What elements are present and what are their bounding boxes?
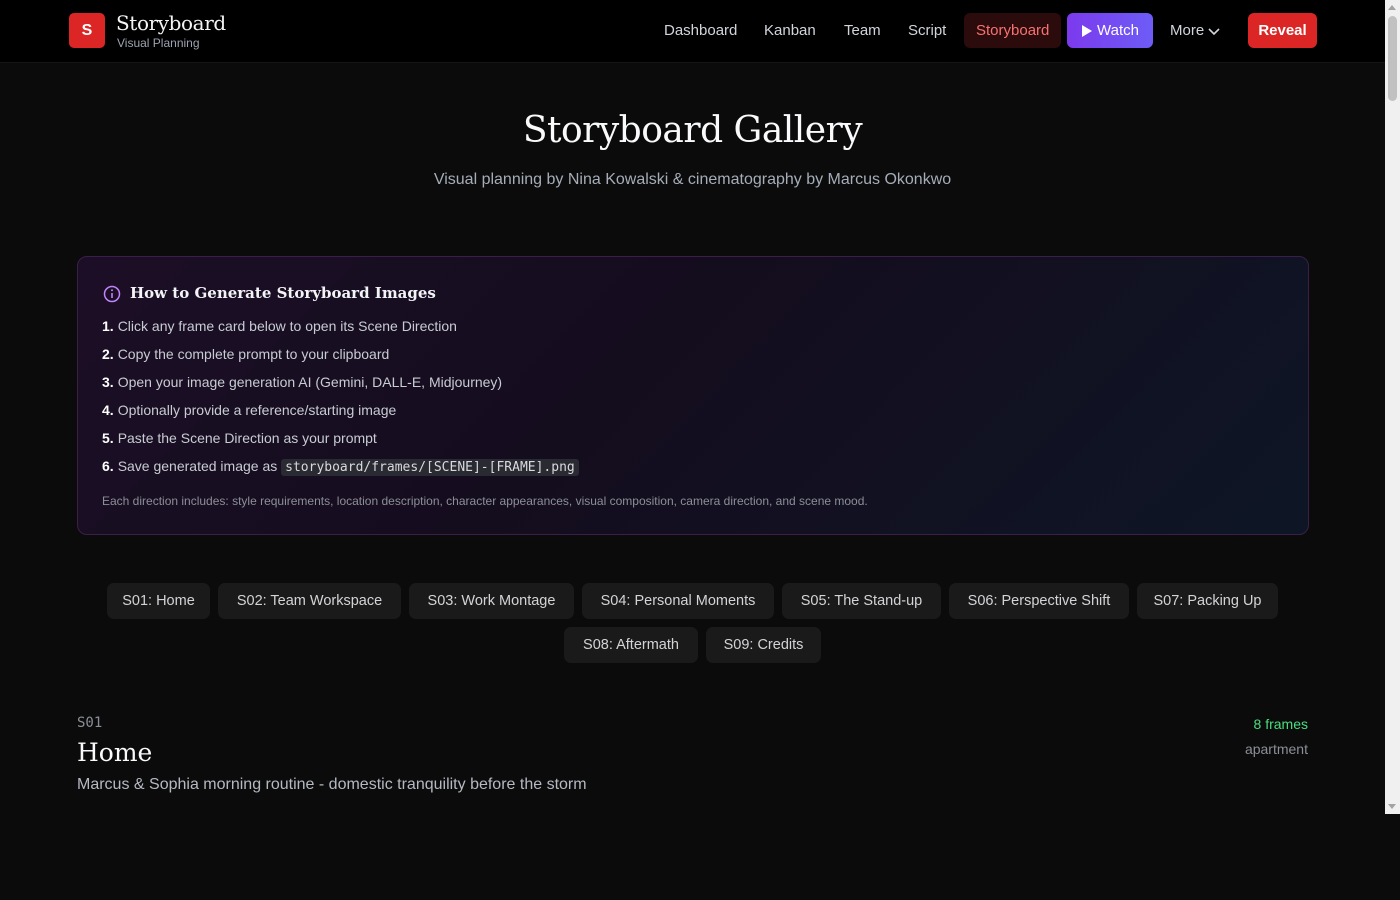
brand-title[interactable]: Storyboard [116, 11, 226, 35]
watch-label: Watch [1097, 22, 1139, 39]
nav-kanban[interactable]: Kanban [764, 13, 816, 48]
instructions-note: Each direction includes: style requireme… [102, 494, 868, 508]
scroll-thumb[interactable] [1388, 16, 1397, 101]
more-label: More [1170, 22, 1205, 39]
page-title: Storyboard Gallery [522, 110, 863, 151]
scene-chip-s06[interactable]: S06: Perspective Shift [949, 583, 1129, 619]
scene-chip-s04[interactable]: S04: Personal Moments [582, 583, 774, 619]
page-scrollbar[interactable] [1385, 0, 1400, 814]
scene-code: S01 [77, 715, 103, 731]
top-nav-bar: S Storyboard Visual Planning Dashboard K… [0, 0, 1385, 63]
instruction-step: 4. Optionally provide a reference/startin… [102, 402, 397, 418]
scroll-down-arrow-icon[interactable] [1388, 804, 1396, 809]
instruction-step: 5. Paste the Scene Direction as your prom… [102, 430, 377, 446]
file-path-code: storyboard/frames/[SCENE]-[FRAME].png [281, 459, 579, 476]
instructions-panel: How to Generate Storyboard Images 1. Clic… [77, 256, 1309, 535]
scene-chip-s08[interactable]: S08: Aftermath [564, 627, 698, 663]
instruction-step: 6. Save generated image as storyboard/fra… [102, 458, 579, 476]
nav-storyboard[interactable]: Storyboard [964, 13, 1062, 48]
more-menu[interactable]: More [1170, 13, 1220, 48]
instruction-step: 2. Copy the complete prompt to your clipb… [102, 346, 390, 362]
logo-badge[interactable]: S [69, 13, 105, 48]
nav-script[interactable]: Script [908, 13, 946, 48]
instruction-step: 1. Click any frame card below to open its… [102, 318, 457, 334]
scene-frame-count: 8 frames [1253, 716, 1308, 732]
reveal-button[interactable]: Reveal [1248, 13, 1317, 48]
chevron-down-icon [1208, 28, 1220, 36]
scene-chip-s07[interactable]: S07: Packing Up [1137, 583, 1278, 619]
scene-description: Marcus & Sophia morning routine - domest… [77, 776, 587, 793]
scene-chip-s05[interactable]: S05: The Stand-up [782, 583, 941, 619]
nav-team[interactable]: Team [844, 13, 881, 48]
watch-button[interactable]: Watch [1067, 13, 1153, 48]
scene-chip-s01[interactable]: S01: Home [107, 583, 210, 619]
scene-location: apartment [1244, 741, 1308, 757]
scene-title: Home [77, 738, 153, 767]
info-icon [103, 285, 121, 303]
scene-chip-s09[interactable]: S09: Credits [706, 627, 821, 663]
instruction-step: 3. Open your image generation AI (Gemini,… [102, 374, 503, 390]
scene-chip-s02[interactable]: S02: Team Workspace [218, 583, 401, 619]
brand-subtitle: Visual Planning [117, 36, 200, 50]
scene-chip-s03[interactable]: S03: Work Montage [409, 583, 574, 619]
scroll-up-arrow-icon[interactable] [1388, 5, 1396, 10]
nav-dashboard[interactable]: Dashboard [664, 13, 737, 48]
page-subtitle: Visual planning by Nina Kowalski & cinem… [433, 171, 952, 188]
instructions-title: How to Generate Storyboard Images [130, 284, 436, 302]
play-icon [1082, 25, 1093, 37]
